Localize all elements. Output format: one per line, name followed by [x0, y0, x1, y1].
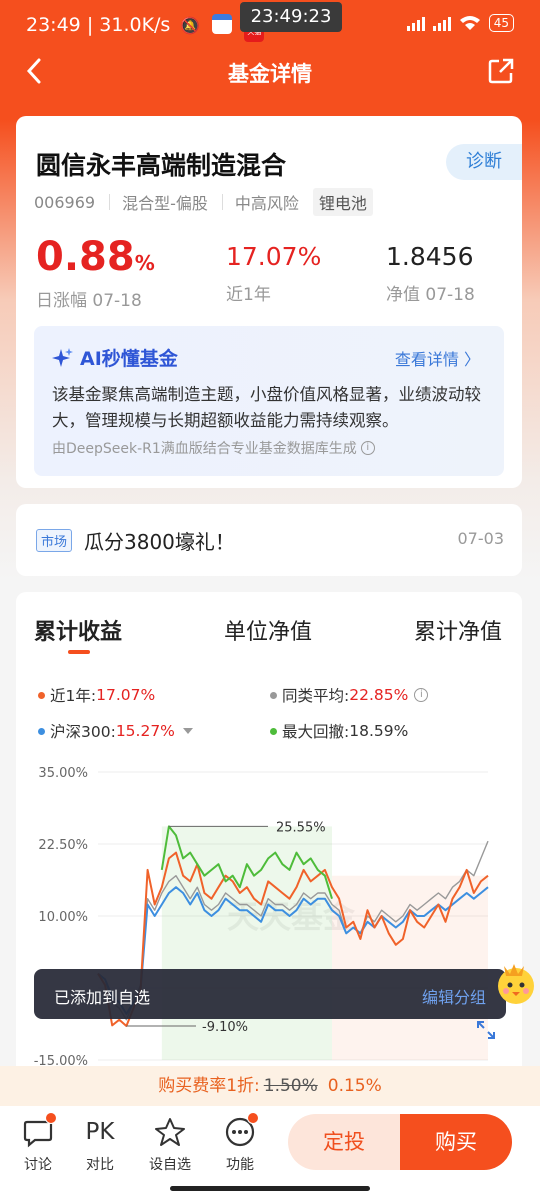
max-annotation-label: 25.55% [276, 820, 326, 835]
min-annotation-label: -9.10% [202, 1020, 248, 1035]
expand-icon[interactable] [476, 1020, 496, 1040]
fund-type: 混合型-偏股 [122, 194, 208, 213]
y-tick-label: 35.00% [38, 766, 88, 781]
year-return-stat: 17.07% 近1年 [226, 236, 321, 305]
active-tab-indicator [68, 650, 90, 654]
status-right: 45 [406, 14, 514, 32]
star-icon [155, 1118, 185, 1146]
nav-stat: 1.8456 净值 07-18 [386, 236, 475, 305]
daily-change-stat: 0.88% 日涨幅 07-18 [36, 234, 155, 311]
chart-tabs: 累计收益 单位净值 累计净值 [16, 614, 522, 654]
y-tick-label: 22.50% [38, 838, 88, 853]
status-left: 23:49 | 31.0K/s 🔕 天猫 [26, 14, 265, 42]
nav-value: 1.8456 [386, 242, 474, 271]
legend-average: 同类平均: 22.85% i [270, 684, 429, 706]
news-text: 瓜分3800壕礼！ [84, 530, 235, 554]
compare-button[interactable]: PK 对比 [70, 1116, 130, 1174]
ai-summary-text: 该基金聚焦高端制造主题，小盘价值风格显著，业绩波动较大，管理规模与长期超额收益能… [52, 385, 481, 430]
status-time: 23:49 [26, 14, 81, 36]
year-return-value: 17.07% [226, 242, 322, 271]
legend-drawdown-dot [270, 727, 277, 735]
news-card[interactable]: 市场 瓜分3800壕礼！ 07-03 [16, 504, 522, 576]
toast: 已添加到自选 编辑分组 [34, 969, 506, 1019]
add-watchlist-button[interactable]: 设自选 [140, 1116, 200, 1174]
daily-change-label: 日涨幅 07-18 [36, 291, 142, 311]
fund-summary-card: 圆信永丰高端制造混合 诊断 006969 混合型-偏股 中高风险 锂电池 0.8… [16, 116, 522, 488]
ai-footer: 由DeepSeek-R1满血版结合专业基金数据库生成 i [52, 438, 375, 458]
buy-button[interactable]: 购买 [400, 1114, 512, 1170]
legend-fund-dot [38, 691, 45, 699]
sparkle-icon [52, 347, 73, 367]
functions-button[interactable]: 功能 [210, 1112, 270, 1174]
fund-tags: 006969 混合型-偏股 中高风险 锂电池 [34, 188, 387, 216]
return-chart[interactable]: 35.00%22.50%10.00%-15.00%天天基金25.55%-9.10… [16, 760, 522, 1070]
edit-group-link[interactable]: 编辑分组 [422, 984, 486, 1008]
legend-index-dot [38, 727, 45, 735]
pk-icon: PK [85, 1119, 115, 1145]
tab-cumulative-return[interactable]: 累计收益 [34, 614, 122, 646]
news-tag: 市场 [36, 529, 73, 552]
fund-code: 006969 [34, 192, 96, 212]
toast-message: 已添加到自选 [54, 988, 151, 1007]
wifi-icon [459, 16, 480, 30]
info-icon[interactable]: i [414, 688, 429, 702]
news-date: 07-03 [457, 529, 505, 548]
legend-fund: 近1年: 17.07% [38, 684, 155, 706]
status-speed: 31.0K/s [99, 14, 171, 36]
navbar: 基金详情 [0, 50, 540, 94]
fee-current: 0.15% [327, 1076, 382, 1096]
tab-cumulative-nav[interactable]: 累计净值 [414, 614, 502, 646]
mute-icon: 🔕 [180, 16, 201, 35]
chevron-down-icon[interactable] [182, 728, 193, 734]
fee-original: 1.50% [263, 1076, 318, 1096]
year-return-label: 近1年 [226, 285, 271, 305]
calendar-app-icon [212, 14, 233, 34]
mascot-icon[interactable] [492, 958, 536, 1008]
daily-change-value: 0.88 [36, 234, 135, 280]
discussion-button[interactable]: 讨论 [8, 1112, 68, 1174]
y-tick-label: 10.00% [38, 910, 88, 925]
info-icon[interactable]: i [360, 441, 375, 455]
ai-summary-box[interactable]: AI秒懂基金 查看详情 〉 该基金聚焦高端制造主题，小盘价值风格显著，业绩波动较… [34, 326, 504, 476]
fixed-invest-button[interactable]: 定投 [288, 1114, 400, 1170]
battery-icon: 45 [488, 14, 514, 32]
signal-icon-2 [432, 15, 451, 31]
ai-title: AI秒懂基金 [52, 344, 178, 371]
fund-risk: 中高风险 [234, 194, 299, 213]
status-bar: 23:49 | 31.0K/s 🔕 天猫 23:49:23 45 [0, 0, 540, 50]
legend-average-dot [270, 691, 277, 699]
fund-area [332, 875, 488, 1060]
fund-name: 圆信永丰高端制造混合 [36, 151, 287, 180]
ai-more-link[interactable]: 查看详情 〉 [395, 346, 480, 370]
fee-label: 购买费率1折: [158, 1076, 260, 1096]
notification-dot [45, 1112, 57, 1124]
home-indicator [170, 1186, 370, 1191]
fee-bar: 购买费率1折: 1.50% 0.15% [0, 1066, 540, 1106]
theme-tag[interactable]: 锂电池 [312, 188, 373, 216]
tab-unit-nav[interactable]: 单位净值 [224, 614, 312, 646]
nav-label: 净值 07-18 [386, 285, 475, 305]
diagnose-button[interactable]: 诊断 [446, 144, 522, 180]
signal-icon [406, 15, 425, 31]
page-title: 基金详情 [228, 62, 312, 86]
share-icon[interactable] [488, 58, 514, 84]
legend-drawdown: 最大回撤: 18.59% [270, 720, 408, 742]
clock-overlay: 23:49:23 [240, 2, 342, 32]
notification-dot [247, 1112, 259, 1124]
fund-stats: 0.88% 日涨幅 07-18 17.07% 近1年 1.8456 净值 07-… [16, 236, 522, 311]
legend-index[interactable]: 沪深300: 15.27% [38, 720, 193, 742]
